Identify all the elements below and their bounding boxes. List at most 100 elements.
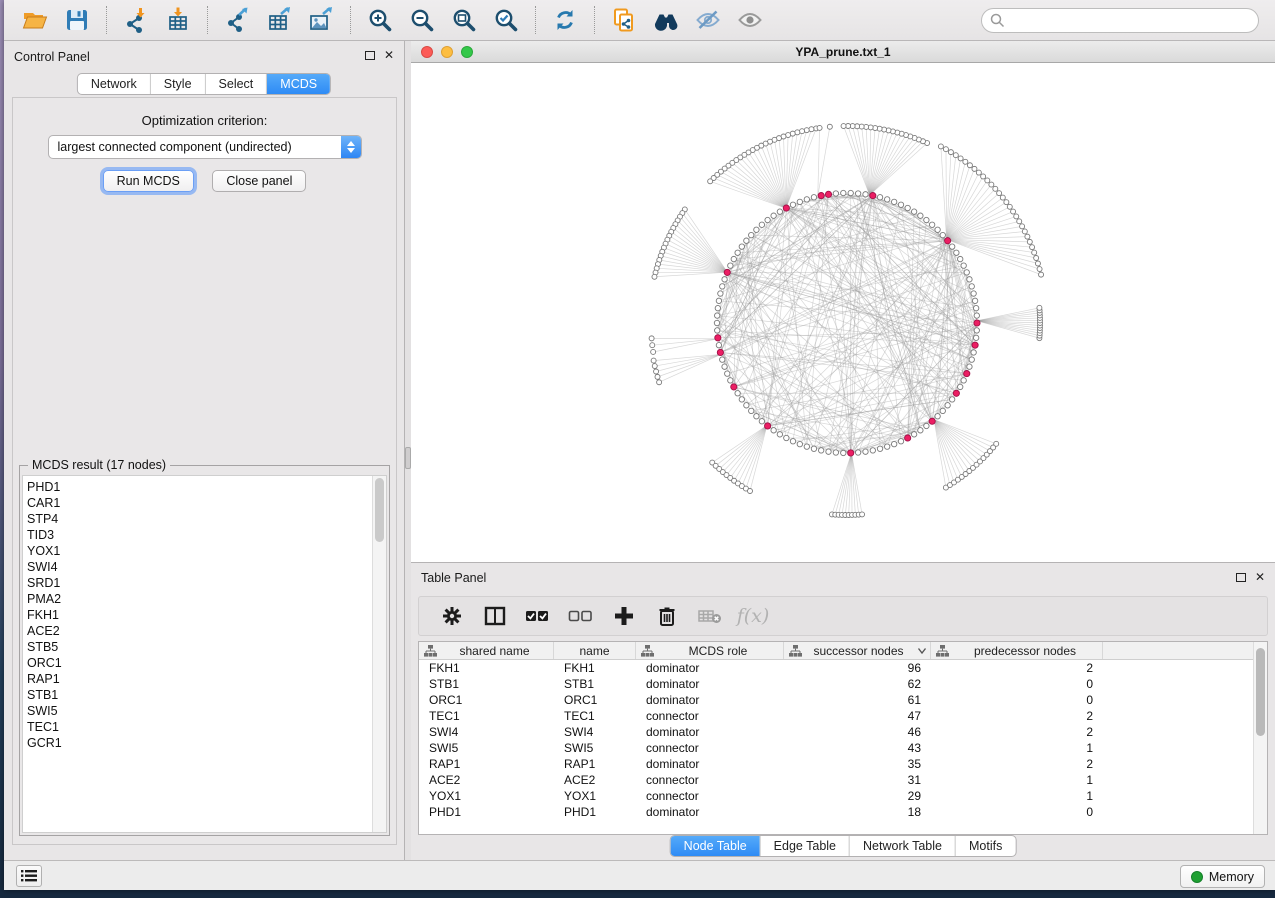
save-session-icon[interactable] xyxy=(59,4,95,36)
zoom-selected-icon[interactable] xyxy=(488,4,524,36)
column-header-MCDS-role[interactable]: MCDS role xyxy=(636,642,784,659)
table-row[interactable]: FKH1FKH1dominator962 xyxy=(419,660,1253,676)
task-history-button[interactable] xyxy=(16,865,42,887)
mcds-result-item[interactable]: GCR1 xyxy=(27,735,370,751)
mcds-result-item[interactable]: STB5 xyxy=(27,639,370,655)
open-file-icon[interactable] xyxy=(17,4,53,36)
mcds-result-item[interactable]: TEC1 xyxy=(27,719,370,735)
mcds-result-item[interactable]: STP4 xyxy=(27,511,370,527)
column-header-predecessor-nodes[interactable]: predecessor nodes xyxy=(931,642,1103,659)
table-cell: dominator xyxy=(636,660,784,676)
mcds-result-item[interactable]: RAP1 xyxy=(27,671,370,687)
table-cell: 2 xyxy=(931,708,1103,724)
mcds-result-item[interactable]: TID3 xyxy=(27,527,370,543)
table-cell: 61 xyxy=(784,692,931,708)
delete-column-icon[interactable] xyxy=(650,601,684,631)
table-row[interactable]: SWI4SWI4dominator462 xyxy=(419,724,1253,740)
table-cell: 2 xyxy=(931,756,1103,772)
network-canvas[interactable] xyxy=(411,63,1275,562)
tab-motifs[interactable]: Motifs xyxy=(955,836,1015,856)
tab-network[interactable]: Network xyxy=(78,74,150,94)
memory-label: Memory xyxy=(1209,870,1254,884)
select-all-icon[interactable] xyxy=(521,601,555,631)
tab-style[interactable]: Style xyxy=(150,74,205,94)
add-column-icon[interactable] xyxy=(607,601,641,631)
mcds-result-item[interactable]: PHD1 xyxy=(27,479,370,495)
mcds-result-item[interactable]: ORC1 xyxy=(27,655,370,671)
mcds-result-item[interactable]: SRD1 xyxy=(27,575,370,591)
tab-edge-table[interactable]: Edge Table xyxy=(760,836,849,856)
table-cell: 0 xyxy=(931,804,1103,820)
float-table-panel-icon[interactable] xyxy=(1236,573,1246,582)
new-network-from-selection-icon[interactable] xyxy=(606,4,642,36)
table-row[interactable]: YOX1YOX1connector291 xyxy=(419,788,1253,804)
table-row[interactable]: TEC1TEC1connector472 xyxy=(419,708,1253,724)
mcds-result-item[interactable]: PMA2 xyxy=(27,591,370,607)
main-toolbar xyxy=(4,0,1275,41)
toolbar-divider xyxy=(535,6,536,34)
search-input[interactable] xyxy=(981,8,1259,33)
deselect-all-icon[interactable] xyxy=(564,601,598,631)
zoom-in-icon[interactable] xyxy=(362,4,398,36)
table-cell: STB1 xyxy=(554,676,636,692)
tab-node-table[interactable]: Node Table xyxy=(671,836,760,856)
run-mcds-button[interactable]: Run MCDS xyxy=(103,170,194,192)
first-neighbors-icon[interactable] xyxy=(648,4,684,36)
import-table-icon[interactable] xyxy=(160,4,196,36)
float-panel-icon[interactable] xyxy=(365,51,375,60)
table-row[interactable]: ORC1ORC1dominator610 xyxy=(419,692,1253,708)
zoom-fit-icon[interactable] xyxy=(446,4,482,36)
table-scrollbar[interactable] xyxy=(1253,642,1267,834)
delete-table-icon xyxy=(693,601,727,631)
table-settings-icon[interactable] xyxy=(435,601,469,631)
mcds-result-item[interactable]: SWI4 xyxy=(27,559,370,575)
mcds-list-scrollbar[interactable] xyxy=(372,476,386,832)
column-header-name[interactable]: name xyxy=(554,642,636,659)
criterion-dropdown[interactable]: largest connected component (undirected) xyxy=(48,135,362,159)
table-cell: PHD1 xyxy=(419,804,554,820)
mcds-result-item[interactable]: FKH1 xyxy=(27,607,370,623)
search-icon xyxy=(990,13,1005,33)
table-cell: dominator xyxy=(636,724,784,740)
table-cell: dominator xyxy=(636,756,784,772)
mcds-result-item[interactable]: SWI5 xyxy=(27,703,370,719)
memory-status-icon xyxy=(1191,871,1203,883)
table-row[interactable]: STB1STB1dominator620 xyxy=(419,676,1253,692)
column-layout-icon[interactable] xyxy=(478,601,512,631)
toolbar-divider xyxy=(594,6,595,34)
zoom-out-icon[interactable] xyxy=(404,4,440,36)
tab-select[interactable]: Select xyxy=(205,74,267,94)
network-window-titlebar[interactable]: YPA_prune.txt_1 xyxy=(411,41,1275,63)
mcds-result-item[interactable]: CAR1 xyxy=(27,495,370,511)
tab-network-table[interactable]: Network Table xyxy=(849,836,955,856)
memory-button[interactable]: Memory xyxy=(1180,865,1265,888)
mcds-result-item[interactable]: YOX1 xyxy=(27,543,370,559)
show-all-icon[interactable] xyxy=(732,4,768,36)
hide-selected-icon[interactable] xyxy=(690,4,726,36)
export-table-icon[interactable] xyxy=(261,4,297,36)
close-table-panel-icon[interactable]: ✕ xyxy=(1255,572,1265,582)
column-header-shared-name[interactable]: shared name xyxy=(419,642,554,659)
tab-mcds[interactable]: MCDS xyxy=(266,74,330,94)
close-panel-icon[interactable]: ✕ xyxy=(384,50,394,60)
table-row[interactable]: SWI5SWI5connector431 xyxy=(419,740,1253,756)
mcds-result-item[interactable]: STB1 xyxy=(27,687,370,703)
table-row[interactable]: PHD1PHD1dominator180 xyxy=(419,804,1253,820)
apply-layout-icon[interactable] xyxy=(547,4,583,36)
mcds-result-item[interactable]: ACE2 xyxy=(27,623,370,639)
mcds-result-list[interactable]: PHD1CAR1STP4TID3YOX1SWI4SRD1PMA2FKH1ACE2… xyxy=(22,475,387,833)
table-row[interactable]: RAP1RAP1dominator352 xyxy=(419,756,1253,772)
table-row[interactable]: ACE2ACE2connector311 xyxy=(419,772,1253,788)
node-table[interactable]: shared namenameMCDS rolesuccessor nodesp… xyxy=(418,641,1268,835)
criterion-dropdown-value: largest connected component (undirected) xyxy=(49,140,341,154)
dropdown-stepper-icon xyxy=(341,136,361,158)
export-image-icon[interactable] xyxy=(303,4,339,36)
table-panel: Table Panel ✕ f(x) shared namenameMCDS r… xyxy=(411,562,1275,860)
export-network-icon[interactable] xyxy=(219,4,255,36)
import-network-icon[interactable] xyxy=(118,4,154,36)
column-header-successor-nodes[interactable]: successor nodes xyxy=(784,642,931,659)
close-panel-button[interactable]: Close panel xyxy=(212,170,306,192)
table-cell: YOX1 xyxy=(554,788,636,804)
table-cell: 46 xyxy=(784,724,931,740)
table-scrollbar-thumb[interactable] xyxy=(1256,648,1265,736)
